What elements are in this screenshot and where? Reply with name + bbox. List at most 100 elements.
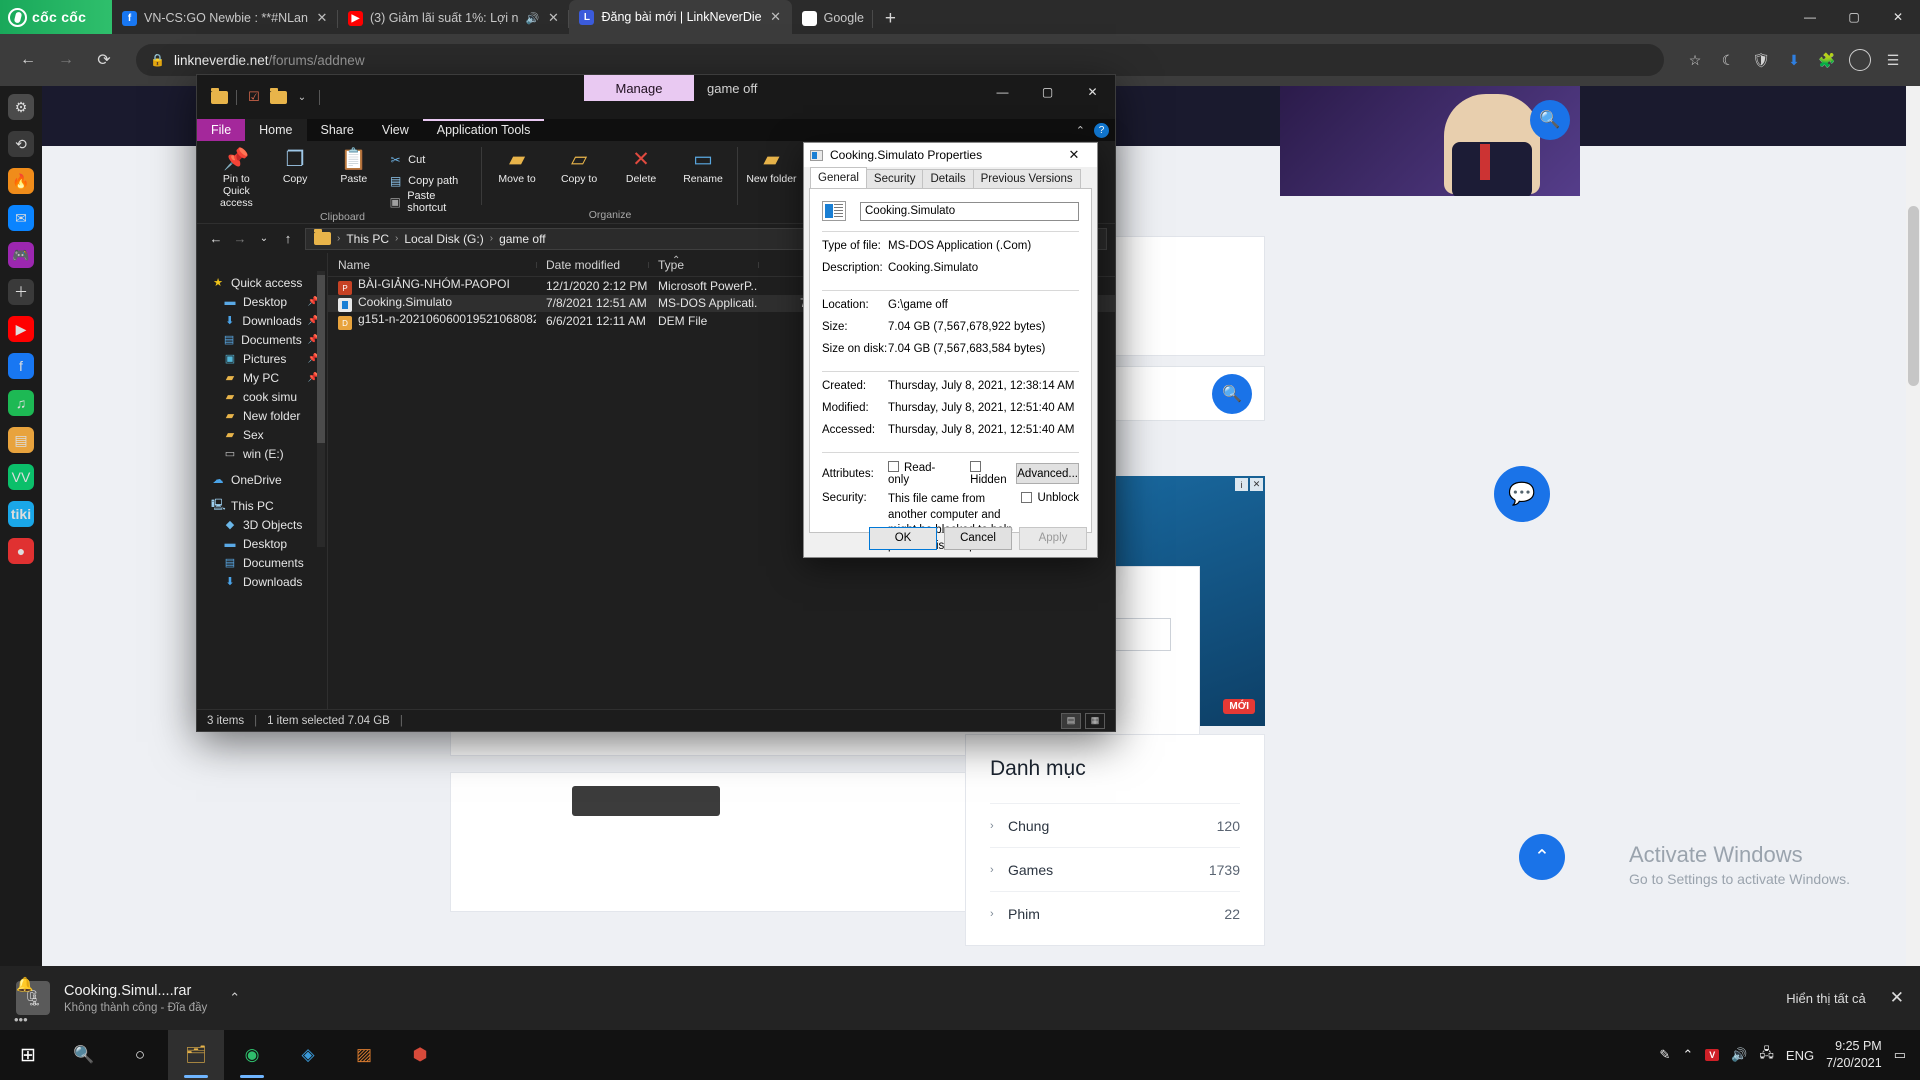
filename-input[interactable]: Cooking.Simulato bbox=[860, 201, 1079, 221]
nav-item-documents-pc[interactable]: ▤ Documents bbox=[197, 553, 327, 572]
advanced-button[interactable]: Advanced... bbox=[1016, 463, 1079, 484]
taskbar-coccoc[interactable]: ◉ bbox=[224, 1030, 280, 1080]
ribbon-tab-file[interactable]: File bbox=[197, 119, 246, 141]
show-all-downloads-link[interactable]: Hiển thị tất cả bbox=[1786, 991, 1866, 1006]
cut-button[interactable]: ✂ Cut bbox=[385, 150, 476, 169]
breadcrumb-this-pc[interactable]: This PC bbox=[346, 232, 389, 246]
ribbon-tab-view[interactable]: View bbox=[368, 119, 423, 141]
chat-widget-button[interactable]: 💬 bbox=[1494, 466, 1550, 522]
header-search-button[interactable]: 🔍 bbox=[1530, 100, 1570, 140]
gear-icon[interactable]: ⚙ bbox=[8, 94, 34, 120]
add-icon[interactable]: ＋ bbox=[8, 279, 34, 305]
nav-item-sex[interactable]: ▰ Sex bbox=[197, 425, 327, 444]
ribbon-tab-application-tools[interactable]: Application Tools bbox=[422, 119, 545, 141]
facebook-icon[interactable]: f bbox=[8, 353, 34, 379]
scroll-to-top-button[interactable]: ⌃ bbox=[1519, 834, 1565, 880]
history-icon[interactable]: ⟲ bbox=[8, 131, 34, 157]
paste-shortcut-button[interactable]: ▣ Paste shortcut bbox=[385, 190, 476, 214]
page-scrollbar-thumb[interactable] bbox=[1908, 206, 1919, 386]
taskbar-app-4[interactable]: ▨ bbox=[336, 1030, 392, 1080]
nav-item-win-e[interactable]: ▭ win (E:) bbox=[197, 444, 327, 463]
star-icon[interactable]: ☆ bbox=[1680, 45, 1710, 75]
copy-to-button[interactable]: ▱ Copy to bbox=[550, 146, 608, 185]
profile-icon[interactable] bbox=[1845, 45, 1875, 75]
tiki-icon[interactable]: tiki bbox=[8, 501, 34, 527]
close-icon[interactable]: ✕ bbox=[1890, 988, 1904, 1008]
unblock-checkbox[interactable]: Unblock bbox=[1021, 492, 1079, 504]
taskbar-file-explorer[interactable]: 🗂 bbox=[168, 1030, 224, 1080]
vv-icon[interactable]: VV bbox=[8, 464, 34, 490]
fire-icon[interactable]: 🔥 bbox=[8, 168, 34, 194]
nav-item-documents[interactable]: ▤ Documents 📌 bbox=[197, 330, 327, 349]
address-bar[interactable]: 🔒 linkneverdie.net/forums/addnew bbox=[136, 44, 1664, 76]
browser-tab[interactable]: G Google bbox=[792, 2, 874, 34]
spotify-icon[interactable]: ♫ bbox=[8, 390, 34, 416]
calendar-icon[interactable]: ▤ bbox=[8, 427, 34, 453]
forward-button[interactable]: → bbox=[229, 228, 251, 250]
pen-icon[interactable]: ✎ bbox=[1659, 1047, 1670, 1063]
notification-bell-icon[interactable]: 🔔 bbox=[16, 976, 33, 993]
record-icon[interactable]: ● bbox=[8, 538, 34, 564]
details-view-icon[interactable]: ▤ bbox=[1061, 712, 1081, 729]
cancel-button[interactable]: Cancel bbox=[944, 526, 1012, 550]
properties-icon[interactable]: ☑ bbox=[244, 87, 264, 107]
new-folder-icon[interactable] bbox=[268, 87, 288, 107]
maximize-button[interactable]: ▢ bbox=[1025, 75, 1070, 109]
close-button[interactable]: ✕ bbox=[1070, 75, 1115, 109]
puzzle-icon[interactable]: 🧩 bbox=[1812, 45, 1842, 75]
nav-item-downloads-pc[interactable]: ⬇ Downloads bbox=[197, 572, 327, 591]
nav-item-downloads[interactable]: ⬇ Downloads 📌 bbox=[197, 311, 327, 330]
volume-icon[interactable]: 🔊 bbox=[1731, 1047, 1747, 1063]
customize-chevron-icon[interactable]: ⌄ bbox=[292, 87, 312, 107]
mute-icon[interactable]: 🔊 bbox=[525, 12, 540, 25]
breadcrumb-game-off[interactable]: game off bbox=[499, 232, 545, 246]
nav-item-desktop[interactable]: ▬ Desktop 📌 bbox=[197, 292, 327, 311]
search-icon[interactable]: 🔍 bbox=[56, 1030, 112, 1080]
close-button[interactable]: ✕ bbox=[1876, 0, 1920, 34]
close-icon[interactable]: ✕ bbox=[769, 9, 783, 25]
network-icon[interactable]: 🖧 bbox=[1759, 1044, 1774, 1066]
column-header-date-modified[interactable]: Date modified bbox=[536, 258, 648, 272]
browser-tab-active[interactable]: L Đăng bài mới | LinkNeverDie ✕ bbox=[569, 0, 792, 34]
tab-general[interactable]: General bbox=[810, 167, 867, 188]
language-indicator[interactable]: ENG bbox=[1786, 1048, 1814, 1063]
minimize-button[interactable]: — bbox=[980, 75, 1025, 109]
paste-button[interactable]: 📋 Paste bbox=[326, 146, 381, 185]
maximize-button[interactable]: ▢ bbox=[1832, 0, 1876, 34]
close-icon[interactable]: ✕ bbox=[1057, 143, 1091, 167]
forum-search-button[interactable]: 🔍 bbox=[1212, 373, 1252, 414]
cortana-icon[interactable]: ○ bbox=[112, 1030, 168, 1080]
notification-center-icon[interactable]: ▭ bbox=[1894, 1047, 1906, 1063]
nav-item-cook-simu[interactable]: ▰ cook simu bbox=[197, 387, 327, 406]
minimize-button[interactable]: — bbox=[1788, 0, 1832, 34]
back-button[interactable]: ← bbox=[205, 228, 227, 250]
category-row-phim[interactable]: › Phim 22 bbox=[990, 891, 1240, 935]
pin-to-quick-access-button[interactable]: 📌 Pin to Quick access bbox=[209, 146, 264, 209]
forward-button[interactable]: → bbox=[50, 44, 82, 76]
nav-item-my-pc[interactable]: ▰ My PC 📌 bbox=[197, 368, 327, 387]
folder-icon[interactable] bbox=[209, 87, 229, 107]
category-row-games[interactable]: › Games 1739 bbox=[990, 847, 1240, 891]
shield-icon[interactable]: 🛡 bbox=[1746, 45, 1776, 75]
taskbar-app-5[interactable]: ⬢ bbox=[392, 1030, 448, 1080]
messenger-icon[interactable]: ✉ bbox=[8, 205, 34, 231]
reload-button[interactable]: ⟳ bbox=[88, 44, 120, 76]
menu-icon[interactable]: ☰ bbox=[1878, 45, 1908, 75]
browser-tab[interactable]: ▶ (3) Giảm lãi suất 1%: Lợi n 🔊 ✕ bbox=[338, 2, 570, 34]
clock[interactable]: 9:25 PM 7/20/2021 bbox=[1826, 1038, 1882, 1072]
vietnam-flag-icon[interactable]: V bbox=[1705, 1049, 1720, 1061]
tab-previous-versions[interactable]: Previous Versions bbox=[972, 169, 1081, 188]
nav-item-3d-objects[interactable]: ◆ 3D Objects bbox=[197, 515, 327, 534]
nav-pane-scrollbar-thumb[interactable] bbox=[317, 275, 325, 443]
move-to-button[interactable]: ▰ Move to bbox=[488, 146, 546, 185]
game-icon[interactable]: 🎮 bbox=[8, 242, 34, 268]
taskbar-app-3[interactable]: ◈ bbox=[280, 1030, 336, 1080]
nav-item-pictures[interactable]: ▣ Pictures 📌 bbox=[197, 349, 327, 368]
tab-details[interactable]: Details bbox=[922, 169, 974, 188]
help-icon[interactable]: ? bbox=[1094, 122, 1109, 138]
new-folder-button[interactable]: ▰ New folder bbox=[744, 146, 799, 185]
ribbon-tab-home[interactable]: Home bbox=[245, 119, 307, 141]
new-tab-button[interactable]: + bbox=[873, 8, 908, 34]
delete-button[interactable]: ✕ Delete bbox=[612, 146, 670, 185]
column-header-type[interactable]: Type bbox=[648, 258, 758, 272]
